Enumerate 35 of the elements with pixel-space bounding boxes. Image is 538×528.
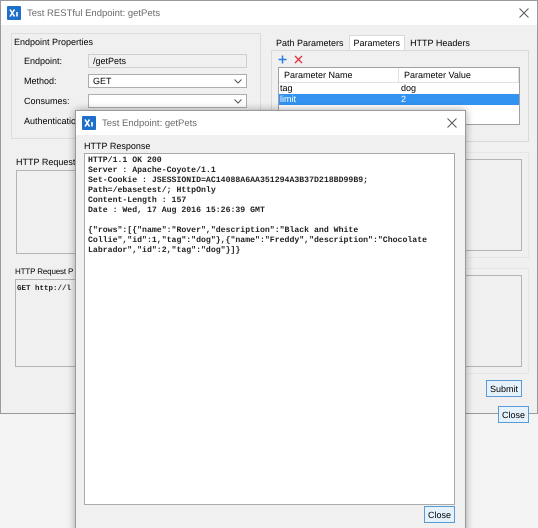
window-title: Test RESTful Endpoint: getPets	[27, 8, 162, 18]
table-cell-text: dog	[400, 83, 418, 94]
close-button[interactable]: Close	[424, 506, 455, 523]
field-label: Method:	[24, 76, 58, 86]
field-label: Consumes:	[24, 96, 71, 106]
dropdown[interactable]: GET	[88, 74, 247, 88]
column-header[interactable]: Parameter Value	[399, 68, 519, 83]
table-row[interactable]: tag dog	[279, 83, 519, 94]
field-label: Endpoint:	[24, 56, 64, 66]
submit-button[interactable]: Submit	[486, 380, 522, 397]
delete-icon[interactable]	[294, 55, 303, 64]
caret-icon	[234, 98, 242, 104]
field-label: Authenticatio	[24, 116, 78, 126]
group-title: HTTP Response	[84, 141, 152, 151]
response-body: {"rows":[{"name":"Rover","description":"Black and White Collie","id":1,"tag":"dog"},{"name":"Freddy","description":"Chocolate Labrador","id":2,"tag":"dog"}]}	[88, 226, 428, 256]
app-icon	[7, 6, 21, 20]
group-title: HTTP Request P	[15, 267, 74, 276]
response-headers: HTTP/1.1 OK 200 Server : Apache-Coyote/1.1 Set-Cookie : JSESSIONID=AC14088A6AA351294A3B37D218BD99B9; Path=/ebasetest/; HttpOnly Content-Length : 157 Date : Wed, 17 Aug 2016 15:26:39 GMT	[88, 156, 370, 216]
dialog-title: Test Endpoint: getPets	[102, 118, 198, 128]
table-cell-text: limit	[279, 94, 297, 105]
app-icon	[82, 116, 96, 130]
group-title: Endpoint Properties	[14, 37, 94, 49]
dropdown[interactable]	[88, 94, 247, 108]
table-cell-text: 2	[400, 94, 408, 105]
table-cell-text: tag	[279, 83, 294, 94]
close-button[interactable]: Close	[498, 406, 529, 423]
group-title: HTTP Request	[16, 157, 76, 167]
close-icon[interactable]	[447, 118, 457, 128]
add-icon[interactable]	[278, 55, 287, 64]
tab[interactable]: Parameters	[348, 35, 406, 50]
caret-icon	[234, 78, 242, 84]
response-text-area[interactable]	[84, 153, 455, 505]
column-header[interactable]: Parameter Name	[279, 68, 399, 83]
close-icon[interactable]	[519, 8, 529, 18]
endpoint-field[interactable]: /getPets	[88, 54, 247, 68]
